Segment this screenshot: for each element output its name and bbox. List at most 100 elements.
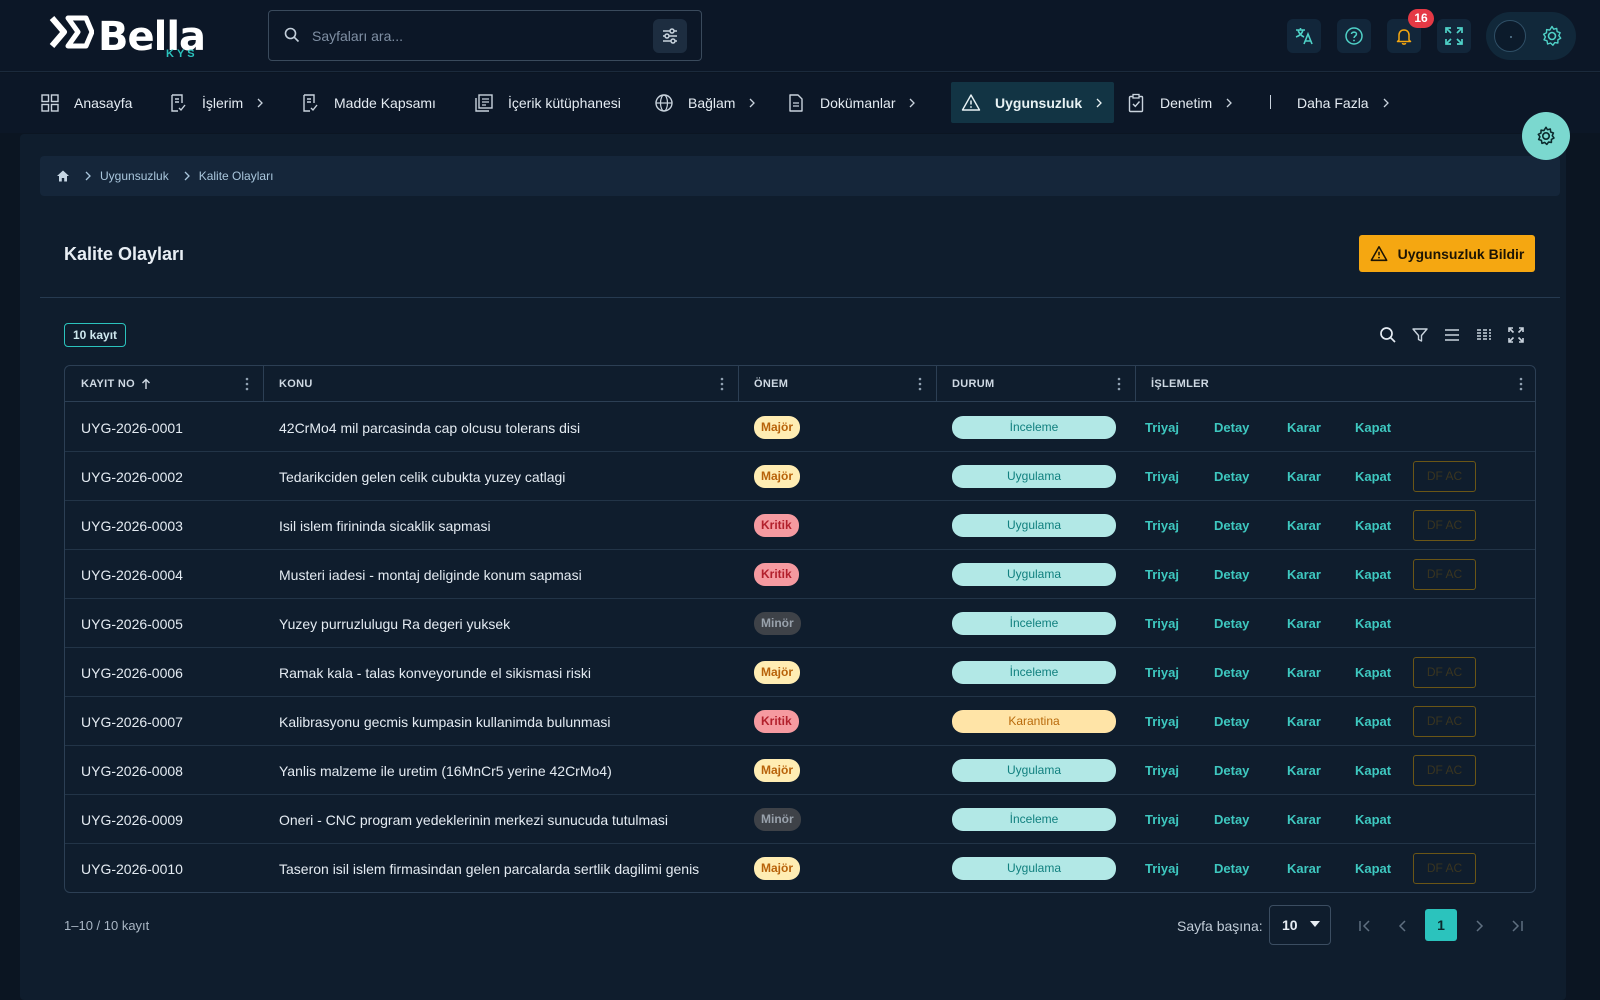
nav-item-islerim[interactable]: İşlerim [168,82,265,123]
table-row[interactable]: UYG-2026-0007 Kalibrasyonu gecmis kumpasi… [65,697,1535,746]
table-row[interactable]: UYG-2026-0001 42CrMo4 mil parcasinda cap … [65,403,1535,452]
column-header-onem[interactable]: ÖNEM [738,366,936,402]
triage-button[interactable]: Triyaj [1145,697,1179,746]
column-menu-icon[interactable] [720,377,724,391]
table-row[interactable]: UYG-2026-0006 Ramak kala - talas konveyor… [65,648,1535,697]
close-button[interactable]: Kapat [1355,403,1391,452]
column-header-konu[interactable]: KONU [263,366,738,402]
search-filter-button[interactable] [653,19,687,53]
decision-button[interactable]: Karar [1287,403,1321,452]
detail-button[interactable]: Detay [1214,697,1249,746]
triage-button[interactable]: Triyaj [1145,452,1179,501]
settings-fab[interactable] [1522,112,1570,160]
user-menu[interactable] [1486,12,1576,60]
next-page-button[interactable] [1463,910,1495,942]
column-header-islemler[interactable]: İŞLEMLER [1135,366,1535,402]
decision-button[interactable]: Karar [1287,844,1321,892]
home-icon[interactable] [56,169,70,183]
rows-per-page-select[interactable]: 10 [1269,905,1331,945]
corrective-action-button[interactable]: DF AC [1413,706,1476,737]
close-button[interactable]: Kapat [1355,599,1391,648]
filter-icon[interactable] [1411,326,1429,344]
close-button[interactable]: Kapat [1355,452,1391,501]
triage-button[interactable]: Triyaj [1145,746,1179,795]
nav-item-madde-kapsami[interactable]: Madde Kapsamı [300,82,436,123]
fullscreen-button[interactable] [1437,19,1471,53]
detail-button[interactable]: Detay [1214,599,1249,648]
detail-button[interactable]: Detay [1214,501,1249,550]
table-row[interactable]: UYG-2026-0003 Isil islem firininda sicakl… [65,501,1535,550]
decision-button[interactable]: Karar [1287,697,1321,746]
triage-button[interactable]: Triyaj [1145,550,1179,599]
corrective-action-button[interactable]: DF AC [1413,853,1476,884]
search-input[interactable] [312,23,632,49]
nav-item-anasayfa[interactable]: Anasayfa [40,82,132,123]
fullscreen-icon[interactable] [1507,326,1525,344]
nav-item-daha-fazla[interactable]: Daha Fazla [1297,82,1391,123]
triage-button[interactable]: Triyaj [1145,403,1179,452]
detail-button[interactable]: Detay [1214,746,1249,795]
breadcrumb-item[interactable]: Uygunsuzluk [100,169,169,183]
close-button[interactable]: Kapat [1355,501,1391,550]
triage-button[interactable]: Triyaj [1145,844,1179,892]
nav-item-icerik-kutuphanesi[interactable]: İçerik kütüphanesi [474,82,621,123]
close-button[interactable]: Kapat [1355,844,1391,892]
column-menu-icon[interactable] [245,377,249,391]
decision-button[interactable]: Karar [1287,599,1321,648]
columns-icon[interactable] [1475,326,1493,344]
previous-page-button[interactable] [1387,910,1419,942]
decision-button[interactable]: Karar [1287,746,1321,795]
column-menu-icon[interactable] [918,377,922,391]
detail-button[interactable]: Detay [1214,452,1249,501]
detail-button[interactable]: Detay [1214,403,1249,452]
nav-item-uygunsuzluk[interactable]: Uygunsuzluk [951,82,1115,123]
close-button[interactable]: Kapat [1355,550,1391,599]
corrective-action-button[interactable]: DF AC [1413,510,1476,541]
detail-button[interactable]: Detay [1214,648,1249,697]
search-icon[interactable] [1379,326,1397,344]
decision-button[interactable]: Karar [1287,648,1321,697]
column-header-kayit-no[interactable]: KAYIT NO [65,366,263,402]
table-row[interactable]: UYG-2026-0004 Musteri iadesi - montaj del… [65,550,1535,599]
decision-button[interactable]: Karar [1287,795,1321,844]
table-row[interactable]: UYG-2026-0002 Tedarikciden gelen celik cu… [65,452,1535,501]
nav-item-dokumanlar[interactable]: Dokümanlar [786,82,917,123]
decision-button[interactable]: Karar [1287,501,1321,550]
last-page-button[interactable] [1501,910,1533,942]
report-nonconformity-button[interactable]: Uygunsuzluk Bildir [1359,235,1535,272]
close-button[interactable]: Kapat [1355,746,1391,795]
avatar[interactable] [1494,20,1526,52]
triage-button[interactable]: Triyaj [1145,599,1179,648]
gear-icon[interactable] [1540,24,1564,48]
corrective-action-button[interactable]: DF AC [1413,559,1476,590]
density-icon[interactable] [1443,326,1461,344]
column-menu-icon[interactable] [1519,377,1523,391]
close-button[interactable]: Kapat [1355,697,1391,746]
app-logo[interactable]: Bella KYS [48,10,208,60]
decision-button[interactable]: Karar [1287,550,1321,599]
corrective-action-button[interactable]: DF AC [1413,755,1476,786]
triage-button[interactable]: Triyaj [1145,648,1179,697]
table-row[interactable]: UYG-2026-0010 Taseron isil islem firmasin… [65,844,1535,892]
nav-item-denetim[interactable]: Denetim [1126,82,1234,123]
help-button[interactable] [1337,19,1371,53]
close-button[interactable]: Kapat [1355,795,1391,844]
table-row[interactable]: UYG-2026-0009 Oneri - CNC program yedekle… [65,795,1535,844]
sort-ascending-icon[interactable] [141,378,151,390]
corrective-action-button[interactable]: DF AC [1413,657,1476,688]
decision-button[interactable]: Karar [1287,452,1321,501]
first-page-button[interactable] [1349,910,1381,942]
column-header-durum[interactable]: DURUM [936,366,1135,402]
detail-button[interactable]: Detay [1214,795,1249,844]
close-button[interactable]: Kapat [1355,648,1391,697]
corrective-action-button[interactable]: DF AC [1413,461,1476,492]
page-button-current[interactable]: 1 [1425,909,1457,941]
nav-item-baglam[interactable]: Bağlam [654,82,757,123]
table-row[interactable]: UYG-2026-0008 Yanlis malzeme ile uretim (… [65,746,1535,795]
detail-button[interactable]: Detay [1214,550,1249,599]
column-menu-icon[interactable] [1117,377,1121,391]
detail-button[interactable]: Detay [1214,844,1249,892]
triage-button[interactable]: Triyaj [1145,501,1179,550]
table-row[interactable]: UYG-2026-0005 Yuzey purruzlulugu Ra deger… [65,599,1535,648]
triage-button[interactable]: Triyaj [1145,795,1179,844]
